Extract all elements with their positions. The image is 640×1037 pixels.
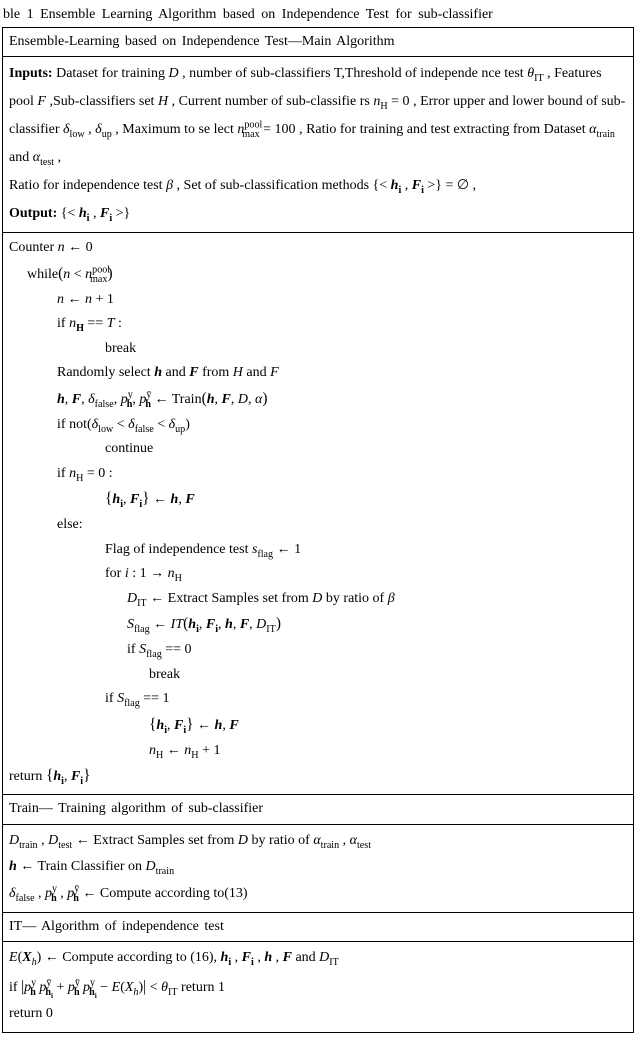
- inputs-l5b: , Set of sub-classification methods: [173, 178, 372, 193]
- set-mid: ,: [401, 178, 412, 193]
- output-label: Output:: [9, 206, 57, 221]
- out-sep: ,: [89, 206, 100, 221]
- sym-D: D: [168, 66, 178, 81]
- return-0: return 0: [9, 1006, 53, 1021]
- if-abs: if |pyh pȳhi + pȳh pyhi − E(Xh)| < θIT r…: [9, 980, 225, 995]
- flag-line: Flag of independence test sflag ← 1: [9, 538, 627, 563]
- inputs-l2c: ,Sub-classifiers set: [46, 94, 158, 109]
- counter-line: Counter n ← 0: [9, 240, 93, 255]
- and1: and: [9, 150, 33, 165]
- main-algorithm-header: Ensemble-Learning based on Independence …: [3, 27, 634, 57]
- inputs-l2a: nce test: [481, 66, 527, 81]
- alpha-train: αtrain: [589, 122, 615, 137]
- if-Sflag-1: if Sflag == 1: [9, 687, 627, 712]
- Sflag-IT: Sflag ← IT(hi, Fi, h, F, DIT): [9, 611, 627, 638]
- Fi: Fi: [412, 178, 424, 193]
- else: else:: [9, 513, 627, 538]
- inputs-l2d: , Current number of sub-classifie: [168, 94, 356, 109]
- nH-inc: nH ← nH + 1: [9, 739, 627, 764]
- eq0: = 0: [388, 94, 410, 109]
- set-assign-2: {hi, Fi} ← h, F: [9, 712, 627, 739]
- break-2: break: [9, 663, 627, 688]
- h-train: h ← Train Classifier on Dtrain: [9, 859, 174, 874]
- main-body-cell: Counter n ← 0 while(n < npoolmax) n ← n …: [3, 233, 634, 795]
- it-header: IT— Algorithm of independence test: [3, 912, 634, 942]
- output-open: {<: [57, 206, 79, 221]
- npool: npoolmax: [237, 122, 259, 137]
- output-close: >}: [112, 206, 130, 221]
- inputs-label: Inputs:: [9, 66, 53, 81]
- inputs-l4b: , Ratio for training and test extracting…: [296, 122, 590, 137]
- if-not-delta: if not(δlow < δfalse < δup): [9, 413, 627, 438]
- hi: hi: [391, 178, 402, 193]
- inputs-l3c: , Maximum to se: [112, 122, 210, 137]
- if-nH-T: if nH == T :: [9, 312, 627, 337]
- train-call: h, F, δfalse, pyh, pȳh ← Train(h, F, D, …: [9, 386, 627, 413]
- it-head-text: IT— Algorithm of independence test: [9, 919, 224, 934]
- set-open: {<: [373, 178, 391, 193]
- train-body: Dtrain , Dtest ← Extract Samples set fro…: [3, 824, 634, 912]
- train-head-text: Train— Training algorithm of sub-classif…: [9, 801, 263, 816]
- inputs-cell: Inputs: Dataset for training D , number …: [3, 57, 634, 233]
- break-1: break: [9, 337, 627, 362]
- set-close: >} = ∅ ,: [424, 178, 476, 193]
- out-hi: hi: [79, 206, 90, 221]
- return-line: return {hi, Fi}: [9, 769, 90, 784]
- DIT-line: DIT ← Extract Samples set from D by rati…: [9, 587, 627, 612]
- if-Sflag-0: if Sflag == 0: [9, 638, 627, 663]
- algorithm-table: Ensemble-Learning based on Independence …: [2, 27, 634, 1033]
- inputs-l4c: ,: [54, 150, 61, 165]
- train-extract: Dtrain , Dtest ← Extract Samples set fro…: [9, 833, 371, 848]
- if-nH-0: if nH = 0 :: [9, 462, 627, 487]
- eq100: = 100: [260, 122, 296, 137]
- while-line: while(n < npoolmax): [9, 261, 627, 288]
- inputs-l4a: lect: [214, 122, 238, 137]
- continue: continue: [9, 437, 627, 462]
- table-caption: ble 1 Ensemble Learning Algorithm based …: [2, 4, 638, 26]
- sym-F: F: [37, 94, 46, 109]
- rand-select: Randomly select h and F from H and F: [9, 361, 627, 386]
- out-Fi: Fi: [100, 206, 112, 221]
- inputs-t2: , number of sub-classifiers T,Threshold …: [179, 66, 478, 81]
- beta: β: [166, 178, 173, 193]
- inputs-l3a: rs: [360, 94, 374, 109]
- train-header: Train— Training algorithm of sub-classif…: [3, 795, 634, 825]
- compute-16: E(Xh) ← Compute according to (16), hi , …: [9, 950, 339, 965]
- main-head-text: Ensemble-Learning based on Independence …: [9, 34, 395, 49]
- for-line: for i : 1 → nH: [9, 562, 627, 587]
- nH: nH: [373, 94, 387, 109]
- sym-H: H: [158, 94, 168, 109]
- alpha-test: αtest: [33, 150, 54, 165]
- delta-up: δup: [95, 122, 112, 137]
- delta-low: δlow: [63, 122, 85, 137]
- set-assign-1: {hi, Fi} ← h, F: [9, 486, 627, 513]
- inputs-l5a: Ratio for independence test: [9, 178, 166, 193]
- compute-13: δfalse , pyh , pȳh ← Compute according t…: [9, 886, 248, 901]
- theta-it: θIT: [527, 66, 543, 81]
- n-inc-line: n ← n + 1: [9, 288, 627, 313]
- inputs-t1: Dataset for training: [53, 66, 169, 81]
- it-body: E(Xh) ← Compute according to (16), hi , …: [3, 942, 634, 1033]
